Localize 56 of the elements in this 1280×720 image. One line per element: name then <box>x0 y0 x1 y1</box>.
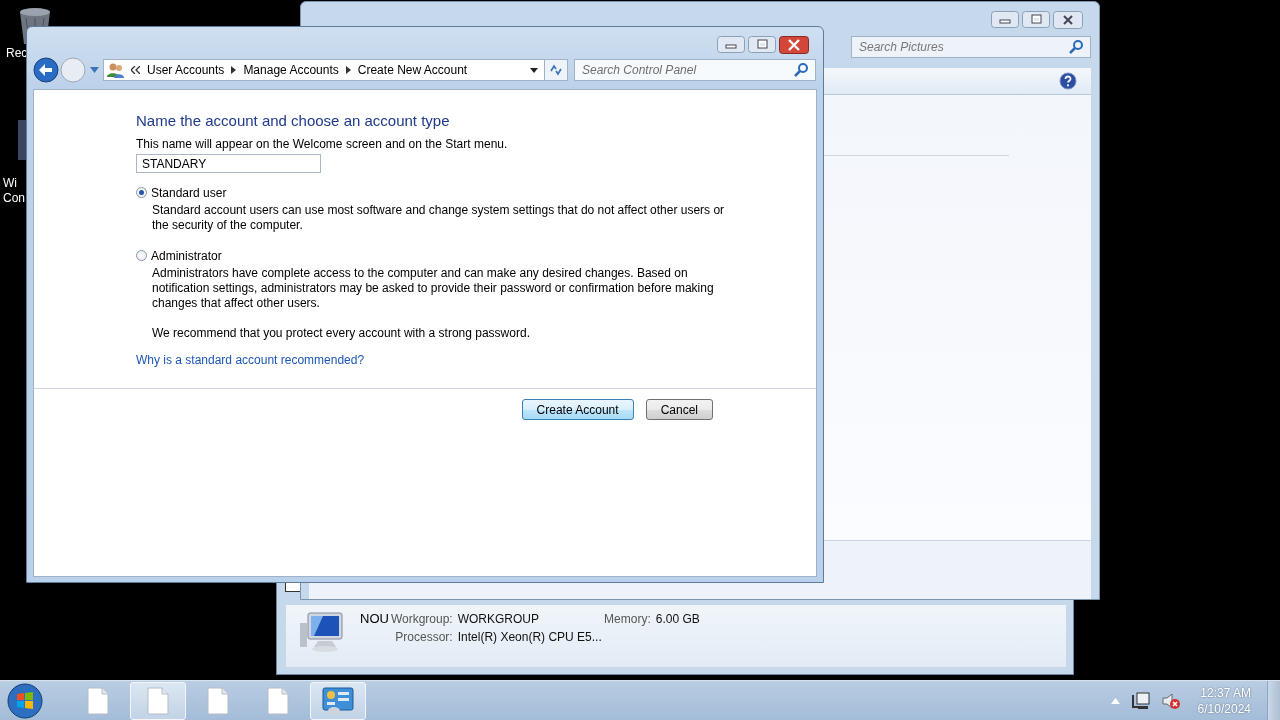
help-icon[interactable] <box>1059 72 1077 90</box>
radio-label[interactable]: Standard user <box>151 185 227 200</box>
bar-icon <box>18 120 26 160</box>
minimize-icon[interactable] <box>991 11 1019 28</box>
dialog-button[interactable]: Cancel <box>645 399 713 420</box>
field-label: Processor: <box>394 630 453 644</box>
radio-button[interactable] <box>136 250 147 261</box>
computer-icon <box>300 611 346 653</box>
document-icon <box>207 686 229 715</box>
option-description: Administrators have complete access to the computer and can make any desired changes. Based on notification settings, administrators may be asked to provide their password or confirmation before making changes that affect other users. <box>152 266 715 311</box>
radio-button[interactable] <box>136 187 147 198</box>
help-link[interactable]: Why is a standard account recommended? <box>136 353 365 367</box>
desktop-icon-label[interactable]: Rec <box>6 46 28 61</box>
refresh-button[interactable] <box>544 59 568 81</box>
field-label: Workgroup: <box>390 612 453 626</box>
option-description: Standard account users can use most software and change system settings that do not affect other users or the security of the computer. <box>152 203 726 233</box>
page-heading: Name the account and choose an account type <box>136 112 450 129</box>
control-panel-icon <box>322 686 354 715</box>
account-name-field[interactable]: STANDARY <box>136 154 321 173</box>
document-icon <box>87 686 109 715</box>
start-button-icon[interactable] <box>6 681 44 720</box>
breadcrumb-item[interactable]: Create New Account <box>357 63 468 77</box>
minimize-icon[interactable] <box>717 36 745 53</box>
recommendation-text: We recommend that you protect every account with a strong password. <box>152 326 530 340</box>
breadcrumb-item[interactable]: Manage Accounts <box>243 63 339 77</box>
search-icon[interactable] <box>793 62 809 78</box>
back-icon[interactable] <box>33 57 59 83</box>
close-icon[interactable] <box>1053 11 1083 29</box>
search-placeholder: Search Pictures <box>859 40 944 54</box>
network-icon[interactable] <box>1131 691 1150 710</box>
field-value: 6.00 GB <box>655 612 700 626</box>
separator-arrow-icon[interactable] <box>345 66 351 74</box>
document-icon <box>267 686 289 715</box>
close-icon[interactable] <box>779 36 809 54</box>
search-field[interactable]: Search Control Panel <box>574 59 816 81</box>
separator-arrow-icon[interactable] <box>231 66 237 74</box>
breadcrumb-item[interactable]: User Accounts <box>147 63 225 77</box>
search-field[interactable]: Search Pictures <box>851 36 1091 58</box>
field-value: WORKGROUP <box>457 612 540 626</box>
instruction-text: This name will appear on the Welcome screen and on the Start menu. <box>136 137 508 151</box>
address-bar[interactable]: User Accounts Manage Accounts Create New Account <box>103 59 545 81</box>
search-placeholder: Search Control Panel <box>582 63 697 77</box>
desktop-icon-label[interactable]: Wi Con <box>3 176 25 206</box>
radio-label[interactable]: Administrator <box>151 248 222 263</box>
document-icon <box>147 686 169 715</box>
taskbar-button[interactable] <box>310 681 366 720</box>
refresh-icon <box>549 64 563 76</box>
dropdown-icon[interactable] <box>530 67 538 73</box>
users-icon <box>107 62 124 78</box>
chevrons-icon[interactable] <box>131 66 140 74</box>
search-icon[interactable] <box>1068 39 1084 55</box>
field-label: Memory: <box>604 612 651 626</box>
computer-name: NOU <box>360 611 389 626</box>
muted-speaker-icon[interactable] <box>1161 691 1180 710</box>
field-value: Intel(R) Xeon(R) CPU E5... <box>457 630 603 644</box>
dialog-button[interactable]: Create Account <box>521 399 634 420</box>
